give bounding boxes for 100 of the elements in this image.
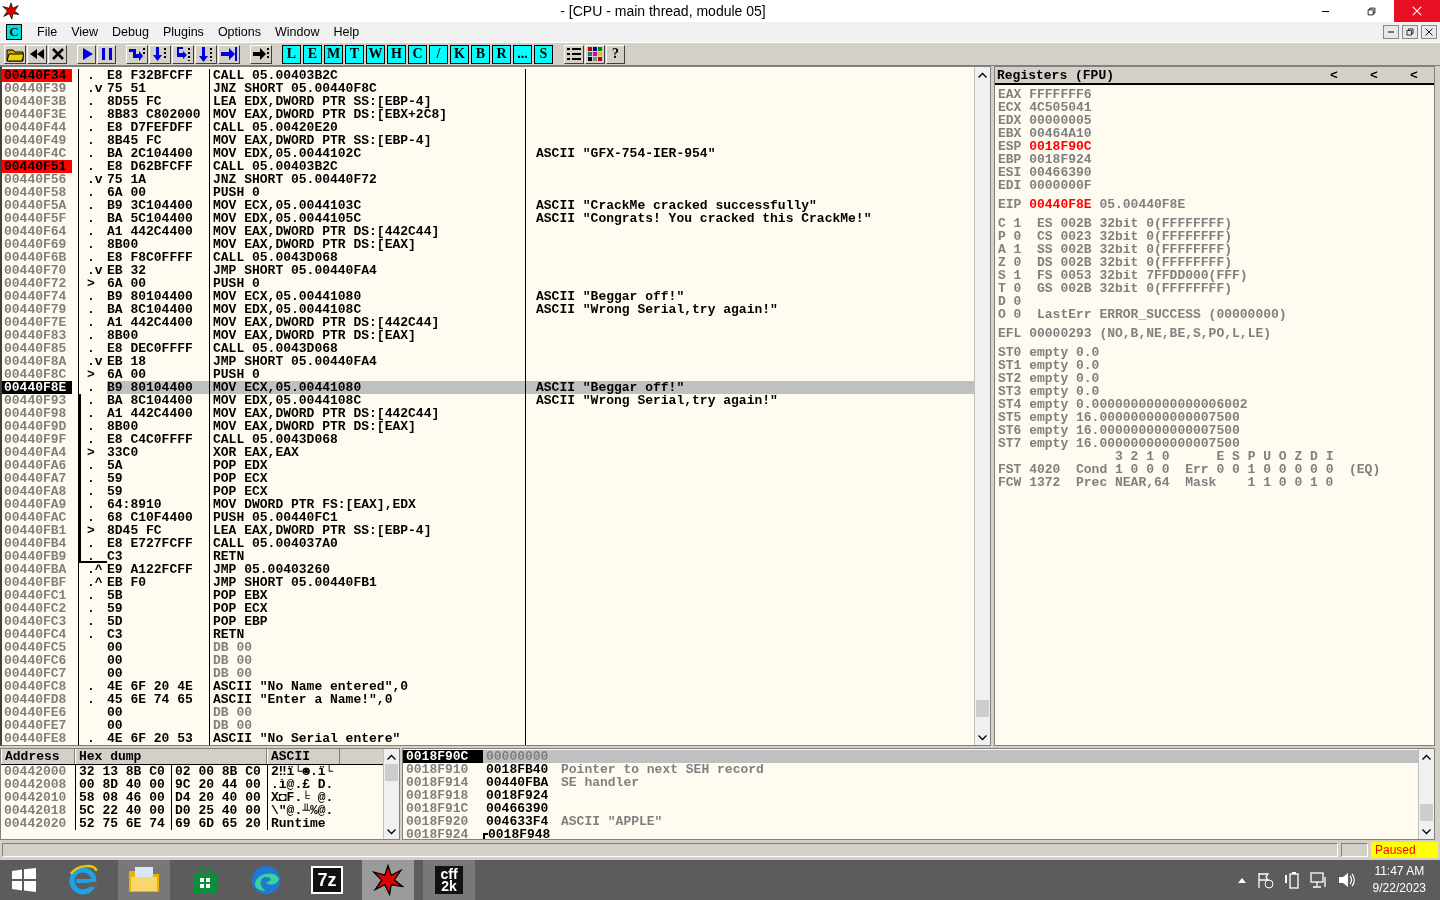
shortcut-button[interactable]: T — [345, 44, 364, 64]
comment-cell-text: ASCII "Congrats! You cracked this CrackMe!" — [535, 212, 873, 225]
hex-cell: 59 — [107, 472, 210, 485]
flag-value: 0 — [1013, 295, 1023, 308]
jump-mark: . — [86, 602, 96, 615]
restart-button[interactable] — [27, 44, 47, 64]
taskbar-app[interactable]: cff 2k — [423, 860, 475, 900]
minimize-button[interactable] — [1383, 25, 1399, 39]
shortcut-button[interactable]: K — [450, 44, 469, 64]
register-name: ST7 — [998, 437, 1023, 450]
shortcut-button[interactable]: M — [324, 44, 343, 64]
instruction-cell: MOV EAX,DWORD PTR DS:[442C44] — [210, 407, 526, 420]
close-button[interactable] — [1421, 25, 1437, 39]
register-detail: LastErr ERROR_SUCCESS (00000000) — [1037, 308, 1287, 321]
trace-over-button[interactable] — [195, 44, 217, 64]
shortcut-button[interactable]: L — [282, 44, 301, 64]
hex-cell: 9C 20 44 00 — [171, 778, 267, 791]
taskbar-app[interactable]: 7z — [301, 860, 353, 900]
scrollbar-thumb[interactable] — [1420, 804, 1433, 821]
menu-item[interactable]: View — [64, 25, 106, 39]
list-button[interactable] — [564, 44, 584, 64]
hex-cell: E8 DEC0FFFF — [107, 342, 210, 355]
instruction-cell: XOR EAX,EAX — [210, 446, 526, 459]
menu-item[interactable]: Options — [210, 25, 268, 39]
goto-button[interactable] — [250, 44, 272, 64]
app-menu-icon[interactable]: C — [6, 24, 22, 40]
scrollbar[interactable] — [383, 749, 399, 839]
collapse-arrow[interactable]: < — [1314, 68, 1354, 82]
run-button[interactable] — [77, 44, 96, 64]
shortcut-button[interactable]: R — [492, 44, 511, 64]
hex-cell: C3 — [107, 628, 210, 641]
till-return-button[interactable] — [218, 44, 240, 64]
register-name: EDI — [998, 179, 1023, 192]
cff-logo: cff 2k — [435, 866, 463, 894]
address-cell-text: 0018F910 — [405, 763, 470, 776]
jump-mark: . — [79, 511, 107, 524]
taskbar-app[interactable] — [362, 860, 414, 900]
shortcut-button[interactable]: E — [303, 44, 322, 64]
instruction-cell: MOV EAX,DWORD PTR DS:[442C44] — [210, 225, 526, 238]
hex-cell: 8B45 FC — [107, 134, 210, 147]
instruction-cell: LEA EDX,DWORD PTR SS:[EBP-4] — [210, 95, 526, 108]
step-over-icon — [151, 46, 169, 62]
jump-mark: > — [86, 277, 96, 290]
instruction-cell: MOV EDX,05.0044108C — [210, 394, 526, 407]
register-name: ESI — [998, 166, 1023, 179]
shortcut-button[interactable]: / — [429, 44, 448, 64]
address-cell-text: 00440F69 — [3, 238, 68, 251]
flag-value: 1 — [1013, 269, 1023, 282]
instruction-cell: ASCII "No Serial entere" — [210, 732, 526, 745]
register-name: ST0 — [998, 346, 1023, 359]
scrollbar[interactable] — [974, 67, 990, 745]
taskbar-app[interactable] — [118, 860, 170, 900]
jump-mark: . — [86, 121, 96, 134]
instruction-cell: POP ECX — [210, 602, 526, 615]
shortcut-button[interactable]: W — [366, 44, 385, 64]
instruction-cell: CALL 05.0043D068 — [210, 433, 526, 446]
pause-button[interactable] — [97, 44, 116, 64]
menu-item[interactable]: File — [30, 25, 65, 39]
restore-button[interactable] — [1402, 25, 1418, 39]
help-button[interactable]: ? — [606, 44, 625, 64]
address-cell-text: 00440FBA — [3, 563, 68, 576]
chevron-up-icon — [1236, 876, 1247, 884]
scrollbar[interactable] — [1418, 749, 1434, 839]
open-button[interactable] — [4, 44, 26, 64]
jump-mark: . — [86, 134, 96, 147]
menu-item[interactable]: Window — [267, 25, 327, 39]
instruction-cell: MOV EAX,DWORD PTR SS:[EBP-4] — [210, 134, 526, 147]
register-name: FCW — [998, 476, 1023, 489]
collapse-arrow[interactable]: < — [1354, 68, 1394, 82]
hex-cell: E8 F32BFCFF — [107, 69, 210, 82]
address-cell: 00440F8E — [2, 381, 72, 394]
menu-item[interactable]: Help — [326, 25, 367, 39]
step-over-button[interactable] — [149, 44, 171, 64]
address-cell-text: 00442008 — [3, 778, 68, 791]
shortcut-button[interactable]: H — [387, 44, 406, 64]
menu-item[interactable]: Debug — [105, 25, 156, 39]
jump-mark: .v — [86, 82, 104, 95]
scrollbar-thumb[interactable] — [385, 764, 398, 781]
value-cell-text: 00466390 — [485, 802, 550, 815]
jump-mark: . — [79, 407, 107, 420]
shortcut-button[interactable]: B — [471, 44, 490, 64]
scrollbar-thumb[interactable] — [976, 700, 989, 717]
shortcut-button[interactable]: S — [534, 44, 553, 64]
menu-item[interactable]: Plugins — [155, 25, 211, 39]
collapse-arrow[interactable]: < — [1394, 68, 1434, 82]
register-detail: GS 002B 32bit 0(FFFFFFFF) — [1037, 282, 1233, 295]
scroll-down-icon — [387, 828, 396, 835]
colors-button[interactable] — [585, 44, 605, 64]
trace-into-button[interactable] — [172, 44, 194, 64]
jump-mark: . — [86, 199, 96, 212]
step-into-button[interactable] — [126, 44, 148, 64]
column-header: Address — [1, 749, 75, 764]
shortcut-button[interactable]: ... — [513, 44, 532, 64]
instruction-cell: CALL 05.00420E20 — [210, 121, 526, 134]
hex-cell: 5D — [107, 615, 210, 628]
shortcut-button[interactable]: C — [408, 44, 427, 64]
status-panel — [1341, 843, 1368, 857]
comment-cell-text: ASCII "Wrong Serial,try again!" — [535, 394, 779, 407]
value-cell-text: 0018F924 — [485, 789, 550, 802]
hex-cell: D4 20 40 00 — [171, 791, 267, 804]
